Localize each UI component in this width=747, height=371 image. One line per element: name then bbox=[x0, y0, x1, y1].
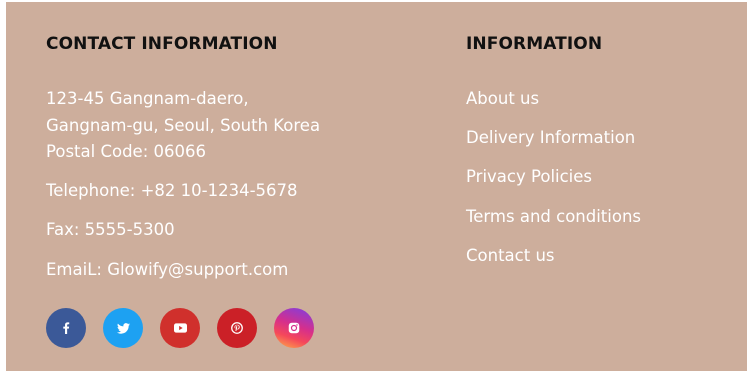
twitter-button[interactable] bbox=[103, 308, 143, 348]
pinterest-button[interactable] bbox=[217, 308, 257, 348]
pinterest-icon bbox=[231, 322, 243, 334]
email: EmaiL: Glowify@support.com bbox=[46, 260, 289, 279]
facebook-icon bbox=[63, 322, 70, 334]
link-terms-and-conditions[interactable]: Terms and conditions bbox=[466, 204, 641, 230]
youtube-icon bbox=[173, 323, 187, 333]
instagram-button[interactable] bbox=[274, 308, 314, 348]
facebook-button[interactable] bbox=[46, 308, 86, 348]
link-privacy-policies[interactable]: Privacy Policies bbox=[466, 164, 592, 190]
contact-information-heading: CONTACT INFORMATION bbox=[46, 34, 278, 54]
telephone: Telephone: +82 10-1234-5678 bbox=[46, 181, 298, 200]
fax: Fax: 5555-5300 bbox=[46, 220, 175, 239]
link-about-us[interactable]: About us bbox=[466, 86, 539, 112]
site-footer: CONTACT INFORMATION 123-45 Gangnam-daero… bbox=[6, 2, 747, 371]
link-delivery-information[interactable]: Delivery Information bbox=[466, 125, 635, 151]
address-line-2: Gangnam-gu, Seoul, South Korea bbox=[46, 116, 321, 135]
youtube-button[interactable] bbox=[160, 308, 200, 348]
instagram-icon bbox=[288, 322, 300, 334]
postal-code: Postal Code: 06066 bbox=[46, 142, 206, 161]
address-line-1: 123-45 Gangnam-daero, bbox=[46, 89, 249, 108]
information-heading: INFORMATION bbox=[466, 34, 603, 54]
link-contact-us[interactable]: Contact us bbox=[466, 243, 555, 269]
twitter-icon bbox=[116, 322, 130, 334]
